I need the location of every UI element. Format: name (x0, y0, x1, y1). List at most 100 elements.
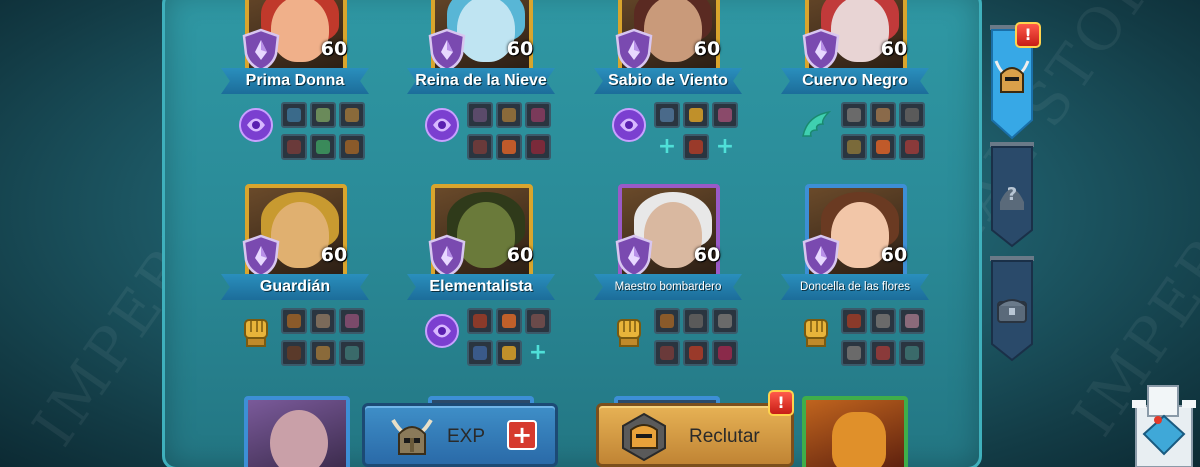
gear-slot-icon[interactable] (496, 308, 522, 334)
gear-slot-icon[interactable] (496, 102, 522, 128)
hero-level: 60 (880, 38, 908, 60)
gear-slot-icon[interactable] (467, 134, 493, 160)
gear-item-icon (660, 108, 674, 122)
hero-name: Cuervo Negro (802, 72, 908, 89)
gear-slot-icon[interactable] (339, 134, 365, 160)
gear-slot-icon[interactable] (683, 340, 709, 366)
gear-slot-icon[interactable] (899, 308, 925, 334)
magic-orb-icon (610, 106, 648, 144)
gear-slot-icon[interactable] (467, 308, 493, 334)
gear-slot-icon[interactable] (310, 134, 336, 160)
gear-item-icon (502, 108, 516, 122)
gear-slot-icon[interactable] (310, 308, 336, 334)
hero-card[interactable]: 60 Reina de la Nieve (407, 0, 611, 168)
hero-name: Reina de la Nieve (415, 72, 547, 89)
hero-card-partial[interactable] (244, 396, 350, 467)
hero-card[interactable]: 60 Sabio de Viento + + (594, 0, 798, 168)
gear-slot-icon[interactable] (525, 134, 551, 160)
rank-shield-icon (801, 28, 841, 72)
gear-slot-icon[interactable] (899, 102, 925, 128)
gear-slot-icon[interactable] (496, 340, 522, 366)
hero-name-banner: Elementalista (407, 274, 555, 300)
hero-portrait-face (270, 410, 328, 467)
gear-item-icon (876, 108, 890, 122)
fist-icon (610, 312, 648, 350)
gear-slot-icon[interactable] (467, 102, 493, 128)
gear-slot-icon[interactable] (841, 102, 867, 128)
helmet-icon (994, 60, 1030, 93)
gear-slot-icon[interactable] (841, 308, 867, 334)
gear-item-icon (345, 314, 359, 328)
gear-slot-icon[interactable] (339, 308, 365, 334)
gear-item-icon (473, 314, 487, 328)
gear-slot-icon[interactable] (339, 102, 365, 128)
alert-badge-icon: ! (1015, 22, 1041, 48)
gear-slot-icon[interactable] (712, 102, 738, 128)
gear-item-icon (718, 314, 732, 328)
gear-item-icon (502, 346, 516, 360)
hero-card[interactable]: 60 Doncella de las flores (781, 184, 985, 374)
gear-slot-icon[interactable] (654, 308, 680, 334)
gear-slot-icon[interactable] (712, 308, 738, 334)
hero-card[interactable]: 60 Guardián (221, 184, 425, 374)
hero-card[interactable]: 60 Cuervo Negro (781, 0, 985, 168)
hero-card[interactable]: 60 Prima Donna (221, 0, 425, 168)
hero-card[interactable]: 60 Elementalista + (407, 184, 611, 374)
hero-card-partial[interactable] (802, 396, 908, 467)
gear-slot-icon[interactable] (683, 102, 709, 128)
hero-name-banner: Doncella de las flores (781, 274, 929, 300)
castle-icon[interactable] (1128, 378, 1200, 467)
hero-name: Elementalista (429, 278, 533, 295)
hero-level: 60 (693, 38, 721, 60)
gear-slot-icon[interactable] (339, 340, 365, 366)
add-gear-slot-icon[interactable]: + (712, 134, 738, 160)
gear-slot-icon[interactable] (496, 134, 522, 160)
hero-name-banner: Guardián (221, 274, 369, 300)
rank-shield-icon (614, 234, 654, 278)
gear-slot-icon[interactable] (683, 308, 709, 334)
gear-slot-icon[interactable] (841, 340, 867, 366)
gear-item-icon (502, 314, 516, 328)
gear-slot-icon[interactable] (712, 340, 738, 366)
helmet-icon (391, 418, 433, 455)
chest-tab[interactable] (990, 256, 1034, 362)
hero-name-banner: Cuervo Negro (781, 68, 929, 94)
gear-slot-icon[interactable] (654, 102, 680, 128)
exp-button[interactable]: EXP + (362, 403, 558, 467)
gear-item-icon (316, 314, 330, 328)
gear-slot-icon[interactable] (281, 134, 307, 160)
gear-slot-icon[interactable] (281, 308, 307, 334)
gear-slot-icon[interactable] (870, 340, 896, 366)
gear-item-icon (905, 314, 919, 328)
gear-slot-icon[interactable] (467, 340, 493, 366)
gear-slot-icon[interactable] (870, 308, 896, 334)
gear-slot-icon[interactable] (310, 340, 336, 366)
gear-slot-icon[interactable] (310, 102, 336, 128)
hero-level: 60 (880, 244, 908, 266)
exp-label: EXP (447, 426, 486, 447)
question-tab[interactable]: ? (990, 142, 1034, 248)
gear-slot-icon[interactable] (525, 308, 551, 334)
gear-slot-icon[interactable] (841, 134, 867, 160)
hero-name: Prima Donna (245, 72, 345, 89)
magic-orb-icon (423, 106, 461, 144)
chest-icon (997, 299, 1027, 323)
gear-slot-icon[interactable] (281, 102, 307, 128)
gear-item-icon (660, 314, 674, 328)
gear-slot-icon[interactable] (899, 340, 925, 366)
add-gear-slot-icon[interactable]: + (654, 134, 680, 160)
gear-slot-icon[interactable] (899, 134, 925, 160)
gear-slot-icon[interactable] (683, 134, 709, 160)
rank-shield-icon (241, 28, 281, 72)
gear-item-icon (287, 140, 301, 154)
gear-slot-icon[interactable] (654, 340, 680, 366)
hero-card[interactable]: 60 Maestro bombardero (594, 184, 798, 374)
gear-slot-icon[interactable] (281, 340, 307, 366)
gear-slot-icon[interactable] (525, 102, 551, 128)
recruit-button[interactable]: Reclutar (596, 403, 794, 467)
add-gear-slot-icon[interactable]: + (525, 340, 551, 366)
gear-slot-icon[interactable] (870, 134, 896, 160)
hero-portrait-face (832, 412, 886, 467)
hero-level: 60 (506, 244, 534, 266)
gear-slot-icon[interactable] (870, 102, 896, 128)
